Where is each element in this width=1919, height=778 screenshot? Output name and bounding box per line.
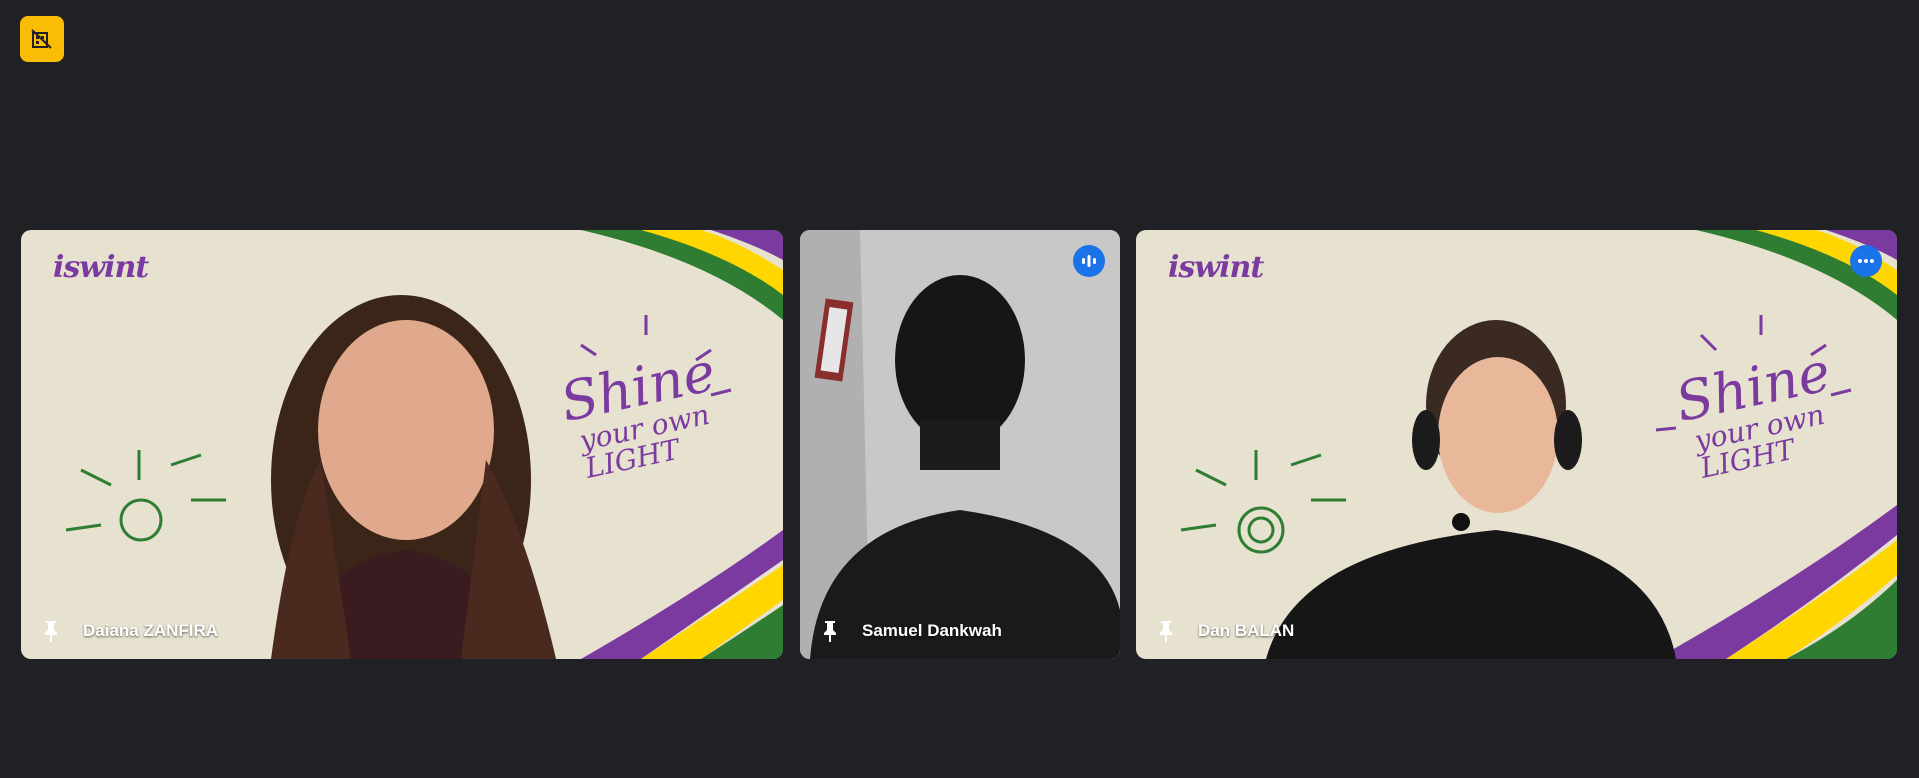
participant-name-label: Daiana ZANFIRA — [41, 619, 218, 643]
audio-level-icon — [1082, 255, 1096, 267]
participant-tile-dan[interactable]: iswint Shine your own LIGHT Dan BALAN — [1136, 230, 1897, 659]
camera-off-badge[interactable] — [20, 16, 64, 62]
participant-name-label: Samuel Dankwah — [820, 619, 1002, 643]
brand-logo: iswint — [1168, 250, 1264, 285]
participant-tile-daiana[interactable]: iswint Shine your own LIGHT Daiana ZANFI… — [21, 230, 783, 659]
more-options-button[interactable] — [1850, 245, 1882, 277]
participant-tile-samuel[interactable]: Samuel Dankwah — [800, 230, 1120, 659]
participant-name: Daiana ZANFIRA — [83, 621, 219, 640]
audio-indicator — [1073, 245, 1105, 277]
participant-name: Dan BALAN — [1198, 621, 1295, 640]
brand-logo: iswint — [53, 250, 149, 285]
pin-icon[interactable] — [1156, 619, 1176, 643]
no-video-building-icon — [31, 29, 52, 49]
more-options-icon — [1858, 259, 1874, 263]
pin-icon[interactable] — [41, 619, 61, 643]
participant-name-label: Dan BALAN — [1156, 619, 1294, 643]
camera-feed — [800, 230, 1120, 659]
pin-icon[interactable] — [820, 619, 840, 643]
participant-name: Samuel Dankwah — [862, 621, 1002, 640]
